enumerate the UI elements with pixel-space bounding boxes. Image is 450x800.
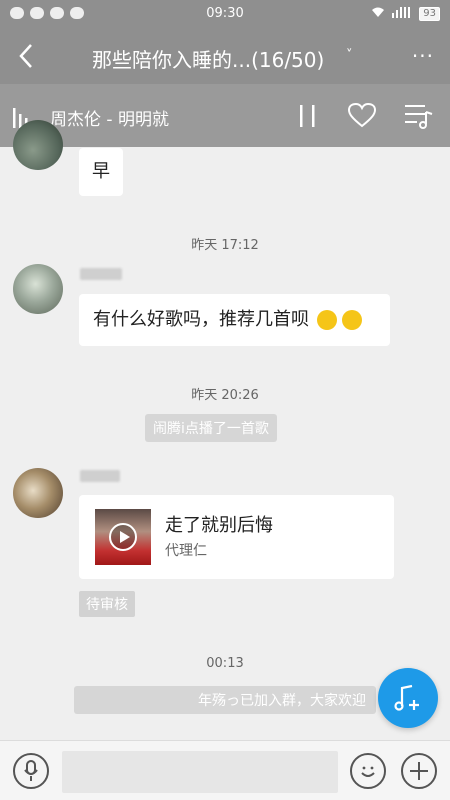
message-input[interactable] bbox=[62, 751, 338, 793]
heart-icon[interactable] bbox=[347, 102, 377, 133]
more-icon[interactable]: ··· bbox=[412, 44, 434, 68]
plus-icon bbox=[409, 761, 429, 785]
message-bubble: 有什么好歌吗，推荐几首呗 bbox=[79, 294, 390, 346]
microphone-button[interactable] bbox=[13, 753, 49, 789]
timestamp: 昨天 17:12 bbox=[191, 238, 259, 253]
system-notice: 年殇っ已加入群，大家欢迎 bbox=[74, 686, 376, 714]
playlist-icon[interactable] bbox=[404, 102, 434, 134]
wifi-icon bbox=[371, 6, 385, 21]
card-song-title: 走了就别后悔 bbox=[165, 515, 273, 536]
music-share-card[interactable]: 走了就别后悔 代理仁 bbox=[79, 495, 394, 579]
top-header: 09:30 93 那些陪你入睡的...(16/50) ˅ ··· 周杰伦 - 明… bbox=[0, 0, 450, 147]
avatar[interactable] bbox=[13, 120, 63, 170]
card-artist: 代理仁 bbox=[165, 543, 207, 559]
pause-icon[interactable] bbox=[298, 104, 318, 132]
signal-icon bbox=[391, 6, 413, 21]
chevron-down-icon[interactable]: ˅ bbox=[346, 48, 353, 63]
emoji-button[interactable] bbox=[350, 753, 386, 789]
input-bar bbox=[0, 740, 450, 800]
music-add-button[interactable] bbox=[378, 668, 438, 728]
microphone-icon bbox=[24, 760, 38, 786]
pending-review-badge: 待审核 bbox=[79, 591, 135, 617]
smile-emoji-icon bbox=[342, 310, 363, 330]
smile-emoji-icon bbox=[316, 310, 337, 330]
play-icon[interactable] bbox=[109, 523, 137, 551]
timestamp: 昨天 20:26 bbox=[191, 388, 259, 403]
status-bar: 09:30 93 bbox=[0, 0, 450, 28]
plus-button[interactable] bbox=[401, 753, 437, 789]
avatar[interactable] bbox=[13, 264, 63, 314]
back-arrow-icon[interactable] bbox=[14, 42, 40, 70]
music-add-icon bbox=[392, 682, 424, 718]
page-title[interactable]: 那些陪你入睡的...(16/50) bbox=[92, 44, 324, 73]
now-playing-song[interactable]: 周杰伦 - 明明就 bbox=[50, 105, 169, 130]
battery-icon: 93 bbox=[419, 6, 440, 21]
sender-name bbox=[80, 268, 122, 280]
system-icons: 93 bbox=[371, 6, 440, 21]
message-bubble: 早 bbox=[79, 148, 123, 196]
emoji-icon bbox=[357, 760, 379, 786]
avatar[interactable] bbox=[13, 468, 63, 518]
album-cover bbox=[95, 509, 151, 565]
sender-name bbox=[80, 470, 120, 482]
title-bar: 那些陪你入睡的...(16/50) ˅ ··· bbox=[0, 28, 450, 84]
message-text: 有什么好歌吗，推荐几首呗 bbox=[93, 309, 309, 330]
system-notice: 闹腾i点播了一首歌 bbox=[145, 414, 277, 442]
now-playing-bar[interactable]: 周杰伦 - 明明就 bbox=[0, 84, 450, 147]
timestamp: 00:13 bbox=[206, 656, 244, 671]
